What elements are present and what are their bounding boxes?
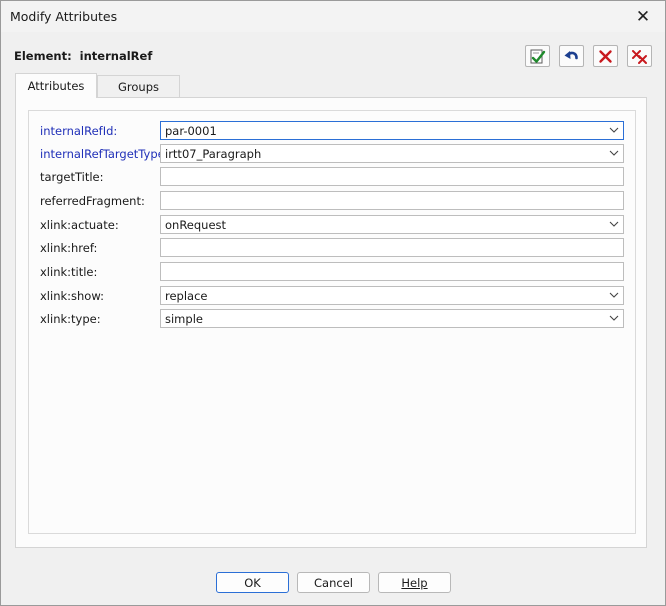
field-value: simple	[165, 312, 203, 326]
targettitle-input[interactable]	[160, 167, 624, 186]
internalreftargettype-select[interactable]: irtt07_Paragraph	[160, 144, 624, 163]
attribute-label: targetTitle:	[40, 170, 104, 184]
attribute-label: internalRefId:	[40, 124, 118, 138]
chevron-down-icon	[609, 315, 619, 321]
attributes-panel: internalRefId: par-0001 internalRefTarge…	[15, 97, 647, 548]
validate-button[interactable]	[525, 45, 550, 67]
delete-all-attributes-button[interactable]	[627, 45, 652, 67]
tab-attributes[interactable]: Attributes	[15, 73, 97, 98]
toolbar	[525, 45, 652, 67]
attribute-label: xlink:href:	[40, 241, 98, 255]
field-value: par-0001	[165, 124, 217, 138]
attribute-row-xlink-actuate: xlink:actuate: onRequest	[29, 215, 635, 235]
cancel-button[interactable]: Cancel	[297, 572, 370, 593]
chevron-down-icon	[609, 221, 619, 227]
delete-icon	[599, 49, 612, 63]
field-value: replace	[165, 289, 208, 303]
window-title: Modify Attributes	[10, 9, 118, 24]
xlink-type-select[interactable]: simple	[160, 309, 624, 328]
modify-attributes-dialog: Modify Attributes ✕ Element: internalRef	[0, 0, 666, 606]
undo-button[interactable]	[559, 45, 584, 67]
attribute-row-xlink-type: xlink:type: simple	[29, 309, 635, 329]
attribute-label: referredFragment:	[40, 194, 145, 208]
delete-all-icon	[632, 49, 647, 64]
close-icon[interactable]: ✕	[621, 1, 665, 32]
undo-icon	[564, 50, 578, 59]
attribute-row-xlink-href: xlink:href:	[29, 238, 635, 258]
chevron-down-icon	[609, 150, 619, 156]
attribute-row-referredfragment: referredFragment:	[29, 191, 635, 211]
attribute-label: internalRefTargetType:	[40, 147, 169, 161]
attribute-row-internalreftargettype: internalRefTargetType: irtt07_Paragraph	[29, 144, 635, 164]
xlink-title-input[interactable]	[160, 262, 624, 281]
tab-groups[interactable]: Groups	[97, 75, 180, 97]
delete-attribute-button[interactable]	[593, 45, 618, 67]
element-label: Element:	[14, 49, 72, 63]
attribute-row-xlink-title: xlink:title:	[29, 262, 635, 282]
ok-button[interactable]: OK	[216, 572, 289, 593]
field-value: onRequest	[165, 218, 227, 232]
attribute-label: xlink:title:	[40, 265, 98, 279]
attributes-form: internalRefId: par-0001 internalRefTarge…	[28, 110, 636, 534]
attribute-row-xlink-show: xlink:show: replace	[29, 286, 635, 306]
element-info: Element: internalRef	[14, 49, 152, 63]
chevron-down-icon	[609, 292, 619, 298]
help-label: Help	[401, 575, 428, 590]
field-value: irtt07_Paragraph	[165, 147, 262, 161]
xlink-show-select[interactable]: replace	[160, 286, 624, 305]
chevron-down-icon	[609, 127, 619, 133]
attribute-label: xlink:show:	[40, 289, 104, 303]
referredfragment-input[interactable]	[160, 191, 624, 210]
title-bar: Modify Attributes ✕	[1, 1, 665, 32]
xlink-href-input[interactable]	[160, 238, 624, 257]
internalrefid-select[interactable]: par-0001	[160, 121, 624, 140]
check-document-icon	[530, 49, 546, 63]
help-button[interactable]: Help	[378, 572, 451, 593]
xlink-actuate-select[interactable]: onRequest	[160, 215, 624, 234]
attribute-row-internalrefid: internalRefId: par-0001	[29, 121, 635, 141]
element-name: internalRef	[79, 49, 153, 63]
attribute-row-targettitle: targetTitle:	[29, 167, 635, 187]
attribute-label: xlink:actuate:	[40, 218, 119, 232]
attribute-label: xlink:type:	[40, 312, 101, 326]
